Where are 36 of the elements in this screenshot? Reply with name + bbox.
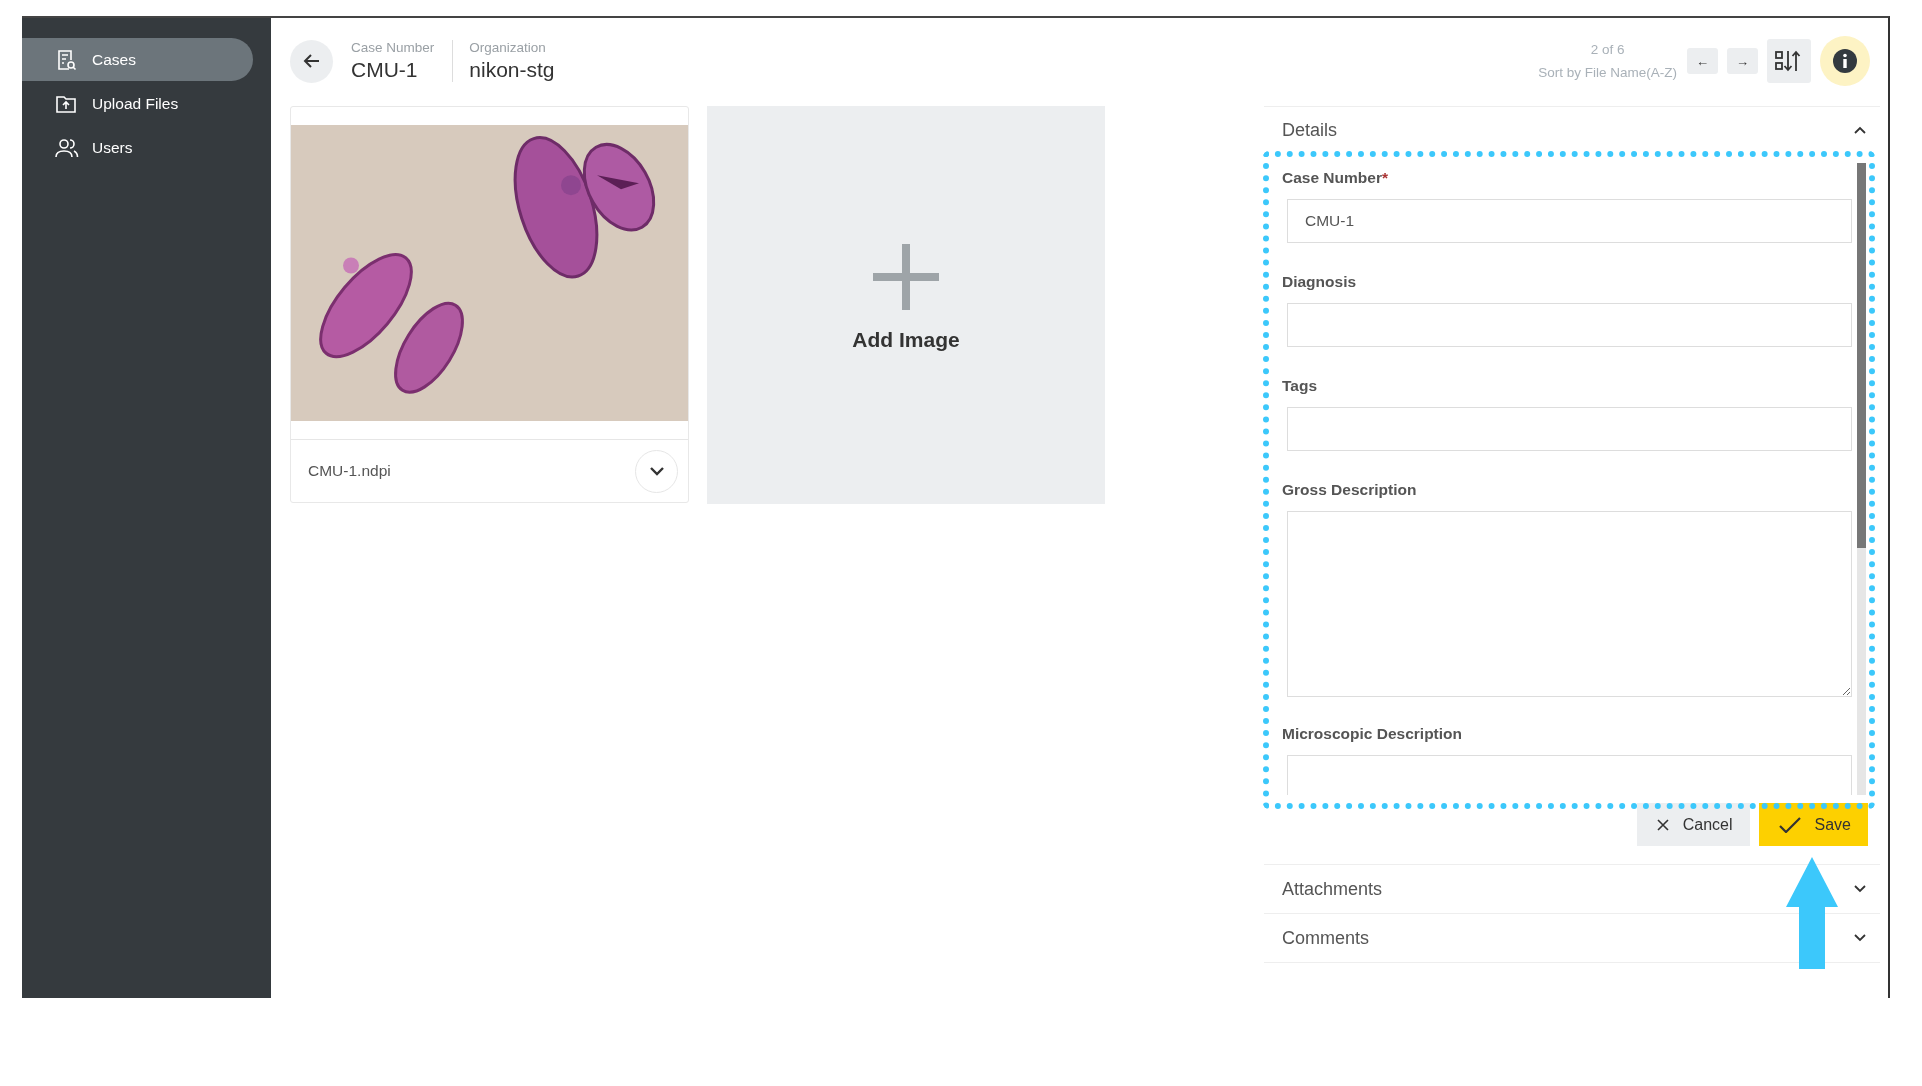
next-button[interactable]: → (1727, 48, 1758, 74)
plus-icon (873, 244, 939, 310)
sort-button[interactable] (1767, 39, 1811, 83)
file-name: CMU-1.ndpi (308, 462, 391, 480)
cancel-button[interactable]: Cancel (1636, 803, 1750, 846)
input-field[interactable] (1287, 303, 1852, 347)
expand-button[interactable] (635, 449, 678, 493)
add-image-button[interactable]: Add Image (707, 106, 1105, 504)
checkmark-icon (1778, 816, 1801, 833)
text-area[interactable] (1287, 511, 1852, 697)
field-value: CMU-1 (351, 58, 419, 82)
field-label: Tags (1282, 376, 1319, 396)
info-icon (1832, 48, 1858, 74)
back-button[interactable] (290, 39, 333, 83)
nav-item[interactable]: Cases (22, 38, 253, 81)
details-header[interactable]: Details (1264, 107, 1880, 153)
save-button[interactable]: Save (1758, 803, 1868, 846)
scrollbar[interactable] (1857, 163, 1866, 795)
close-icon (1656, 818, 1669, 831)
field-value: nikon-stg (469, 58, 555, 82)
previous-button[interactable]: ← (1687, 48, 1718, 74)
input-field[interactable] (1287, 407, 1852, 451)
field-label: Microscopic Description (1282, 724, 1463, 744)
nav-item[interactable]: Upload Files (22, 82, 253, 125)
people-icon (55, 136, 79, 159)
field-label: Case Number (351, 40, 435, 55)
document-search-icon (55, 48, 79, 71)
field-label: Diagnosis (1282, 272, 1358, 292)
field-label: Case Number* (1282, 168, 1389, 188)
nav-item[interactable]: Users (22, 126, 253, 169)
field-label: Gross Description (1282, 480, 1418, 500)
input-field[interactable]: CMU-1 (1287, 199, 1852, 243)
page-position: 2 of 6 (1590, 42, 1625, 57)
sort-label: Sort by File Name(A-Z) (1538, 65, 1677, 80)
info-button[interactable] (1820, 36, 1870, 86)
field-label: Organization (469, 40, 547, 55)
